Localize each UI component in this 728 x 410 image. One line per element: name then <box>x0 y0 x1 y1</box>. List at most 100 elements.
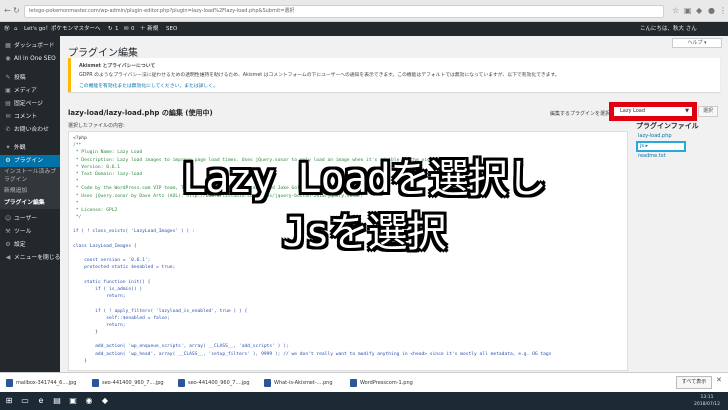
notice-body: GDPR のようなプライバシー法に従わせるための透明性維持を助けるため、Akis… <box>79 73 560 78</box>
folder-icon[interactable]: ▤ <box>50 395 64 407</box>
download-item-label: seo-441400_960_7....jpg <box>102 380 164 386</box>
code-line: self::$enabled = false; <box>73 315 170 321</box>
file-link-lazy-load-php[interactable]: lazy-load.php <box>638 133 672 139</box>
download-item-label: WordPresscom-1.png <box>360 380 413 386</box>
download-item[interactable]: WordPresscom-1.png <box>348 377 413 389</box>
download-item[interactable]: seo-441400_960_7....jpg <box>176 377 250 389</box>
download-item[interactable]: What-is-Akismet-....png <box>262 377 333 389</box>
sidebar-item-label: All in One SEO <box>14 56 56 62</box>
wp-admin-bar: Ⓦ ⌂ Let's go！ポケモンマスターへ ↻ 1 ✉ 0 ＋ 新規 SEO … <box>0 22 728 36</box>
clock[interactable]: 13:11 2018/07/12 <box>690 394 724 408</box>
updates-icon[interactable]: ↻ <box>108 22 113 36</box>
sidebar-item-appearance[interactable]: ✦ 外観 <box>0 142 60 154</box>
chevron-down-icon: ▼ <box>685 108 689 114</box>
code-line: if ( ! apply_filters( 'lazyload_is_enabl… <box>73 308 248 314</box>
notice-title: Akismet とプライバシーについて <box>79 64 156 69</box>
akismet-notice: Akismet とプライバシーについて GDPR のようなプライバシー法に従わせ… <box>68 58 720 92</box>
download-item[interactable]: seo-441400_960_7....jpg <box>90 377 164 389</box>
appearance-icon: ✦ <box>5 144 11 151</box>
caption-line-2: Jsを選択 <box>282 210 446 256</box>
code-line: return; <box>73 294 126 300</box>
new-content-link[interactable]: ＋ 新規 <box>140 22 158 36</box>
edge-icon[interactable]: e <box>34 395 48 407</box>
seo-link[interactable]: SEO <box>166 22 177 36</box>
comments-icon[interactable]: ✉ <box>124 22 129 36</box>
sidebar-item-label: 投稿 <box>14 75 26 81</box>
media-icon: ▣ <box>5 87 11 94</box>
main-content: ヘルプ ▾ プラグイン編集 Akismet とプライバシーについて GDPR の… <box>60 36 728 372</box>
sidebar-item-label: コメント <box>14 114 38 120</box>
start-icon[interactable]: ⊞ <box>2 395 16 407</box>
sidebar-item-label: お問い合わせ <box>14 127 49 133</box>
sidebar-item-contact[interactable]: ✆ お問い合わせ <box>0 124 60 136</box>
sidebar-item-posts[interactable]: ✎ 投稿 <box>0 72 60 84</box>
app-icon[interactable]: ◆ <box>98 395 112 407</box>
code-line: /** <box>73 143 82 149</box>
home-icon: ⌂ <box>14 26 18 32</box>
extension-icon[interactable]: ▣ <box>684 6 692 16</box>
sidebar-item-dashboard[interactable]: ▦ ダッシュボード <box>0 40 60 52</box>
file-icon <box>264 379 271 387</box>
download-item-label: What-is-Akismet-....png <box>274 380 333 386</box>
code-line: static function init() { <box>73 279 151 285</box>
user-greeting[interactable]: こんにちは、秋大 さん <box>640 22 697 36</box>
code-line: } <box>73 358 87 364</box>
pages-icon: ▤ <box>5 100 11 107</box>
sidebar-item-pages[interactable]: ▤ 固定ページ <box>0 98 60 110</box>
taskbar: ⊞ ▭ e ▤ ▣ ◉ ◆ 13:11 2018/07/12 <box>0 392 728 410</box>
file-icon <box>178 379 185 387</box>
show-all-downloads-button[interactable]: すべて表示 <box>676 376 712 389</box>
reload-icon[interactable]: ↻ <box>13 6 20 16</box>
clock-time: 13:11 <box>700 395 714 400</box>
code-line: const version = '0.6.1'; <box>73 258 151 264</box>
code-line: add_action( 'wp_enqueue_scripts', array(… <box>73 344 289 350</box>
file-heading: lazy-load/lazy-load.php の編集 (使用中) <box>68 109 213 117</box>
close-icon[interactable]: ✕ <box>716 376 722 384</box>
notice-links[interactable]: この機能を有効化または無効化にしてください。または詳しく。 <box>79 82 218 89</box>
sidebar-item-all-in-one-seo[interactable]: ◉ All in One SEO <box>0 53 60 65</box>
file-folder-js[interactable]: js ▸ <box>636 141 686 152</box>
caption-line-1: Lazy Loadを選択し <box>182 156 547 202</box>
site-name-link[interactable]: Let's go！ポケモンマスターへ <box>24 22 101 36</box>
back-icon[interactable]: ← <box>4 6 11 16</box>
task-view-icon[interactable]: ▭ <box>18 395 32 407</box>
file-icon <box>6 379 13 387</box>
url-bar[interactable]: letsgo-pokemonmaster.com/wp-admin/plugin… <box>24 5 664 18</box>
browser-toolbar: ← ↻ letsgo-pokemonmaster.com/wp-admin/pl… <box>0 0 728 22</box>
star-icon[interactable]: ☆ <box>672 6 679 16</box>
seo-icon: ◉ <box>5 55 11 62</box>
file-icon <box>92 379 99 387</box>
wordpress-logo-icon[interactable]: Ⓦ <box>4 22 10 36</box>
help-button[interactable]: ヘルプ ▾ <box>672 38 722 48</box>
select-button[interactable]: 選択 <box>698 106 718 117</box>
screen: ← ↻ letsgo-pokemonmaster.com/wp-admin/pl… <box>0 0 728 410</box>
downloads-bar: mailbox-341744_6....jpg seo-441400_960_7… <box>0 372 728 392</box>
download-item[interactable]: mailbox-341744_6....jpg <box>4 377 76 389</box>
chrome-icon[interactable]: ◉ <box>82 395 96 407</box>
code-line: } <box>73 330 98 336</box>
code-line: <?php <box>73 136 87 141</box>
menu-icon[interactable]: ⋮ <box>719 6 727 16</box>
comments-icon: ✉ <box>5 113 11 120</box>
account-icon[interactable]: ● <box>708 6 715 16</box>
clock-date: 2018/07/12 <box>694 402 720 407</box>
code-line: return; <box>73 322 126 328</box>
file-icon <box>350 379 357 387</box>
code-line: if ( is_admin() ) <box>73 286 143 292</box>
plugin-select[interactable]: Lazy Load ▼ <box>609 102 697 121</box>
sidebar-item-media[interactable]: ▣ メディア <box>0 85 60 97</box>
sidebar-item-label: 外観 <box>14 145 26 151</box>
store-icon[interactable]: ▣ <box>66 395 80 407</box>
sidebar-item-label: 固定ページ <box>14 101 43 107</box>
download-item-label: mailbox-341744_6....jpg <box>16 380 77 386</box>
admin-sidebar: ▦ ダッシュボード ◉ All in One SEO ✎ 投稿 ▣ メディア ▤ 固定ペー… <box>0 36 60 372</box>
extension-icon-2[interactable]: ◆ <box>696 6 702 16</box>
sidebar-item-label: メディア <box>14 88 37 94</box>
sidebar-item-comments[interactable]: ✉ コメント <box>0 111 60 123</box>
plugin-files-title: プラグインファイル <box>636 122 699 130</box>
plugin-select-label: 編集するプラグインを選択: <box>550 111 612 117</box>
comments-count: 0 <box>131 26 135 32</box>
